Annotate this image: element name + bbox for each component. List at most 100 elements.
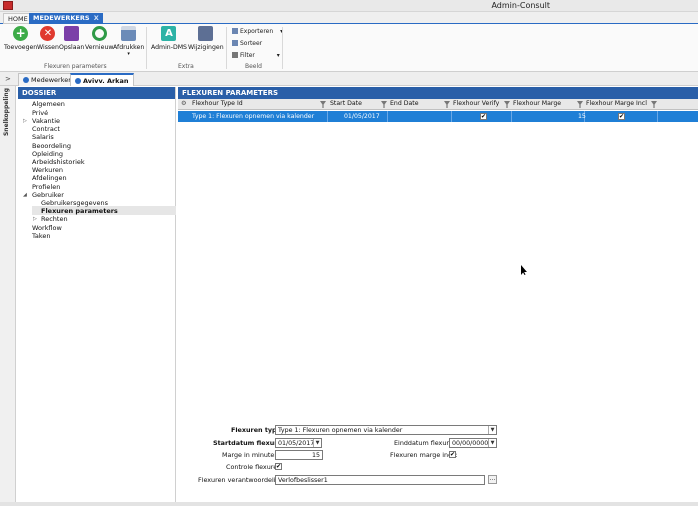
afdrukken-button[interactable]: Afdrukken ▾ xyxy=(113,26,144,57)
admin-dms-button[interactable]: A Admin-DMS xyxy=(151,26,187,51)
exporteren-label: Exporteren xyxy=(240,28,274,35)
tab-medewerkers-label: MEDEWERKERS xyxy=(33,14,90,22)
collapse-arrow-icon[interactable]: ◢ xyxy=(23,192,27,198)
column-flexhour-verify[interactable]: Flexhour Verify xyxy=(453,100,499,107)
marge-input[interactable]: 15 xyxy=(275,450,323,460)
exporteren-button[interactable]: Exporteren ▾ xyxy=(232,28,283,35)
filter-icon xyxy=(232,52,238,58)
ribbon-group-extra: Extra xyxy=(178,63,194,70)
column-flexhour-marge[interactable]: Flexhour Marge xyxy=(513,100,561,107)
tree-item-rechten[interactable]: Rechten xyxy=(41,215,68,223)
plus-circle-icon: + xyxy=(13,26,29,41)
tree-item-gebruiker[interactable]: Gebruiker xyxy=(32,191,64,199)
dossier-panel: DOSSIER Algemeen Privé ▷ Vakantie Contra… xyxy=(18,87,176,506)
snelkoppeling-strip[interactable] xyxy=(0,86,16,506)
column-start-date[interactable]: Start Date xyxy=(330,100,362,107)
tab-medewerker[interactable]: Medewerker xyxy=(18,73,76,86)
afdrukken-label: Afdrukken xyxy=(113,44,145,51)
module-tab-bar: HOME MEDEWERKERS X xyxy=(0,12,698,24)
ribbon-separator xyxy=(282,27,283,69)
delete-circle-icon: ✕ xyxy=(40,26,56,41)
tab-employee[interactable]: Avivv. Arkan xyxy=(70,73,134,86)
tree-item-prive[interactable]: Privé xyxy=(32,109,48,117)
filter-icon[interactable] xyxy=(651,101,657,108)
wijzigingen-label: Wijzigingen xyxy=(188,44,224,51)
marge-label: Marge in minuten: xyxy=(222,451,281,459)
tab-medewerkers[interactable]: MEDEWERKERS X xyxy=(29,13,103,24)
snelkoppeling-label: Snelkoppeling xyxy=(3,88,10,137)
filter-icon[interactable] xyxy=(320,101,326,108)
close-tab-icon[interactable]: X xyxy=(94,14,99,22)
tree-item-contract[interactable]: Contract xyxy=(32,125,60,133)
browse-button[interactable]: ... xyxy=(488,475,497,484)
tree-item-algemeen[interactable]: Algemeen xyxy=(32,100,65,108)
column-end-date[interactable]: End Date xyxy=(390,100,419,107)
tree-item-salaris[interactable]: Salaris xyxy=(32,133,54,141)
wissen-button[interactable]: ✕ Wissen xyxy=(37,26,59,51)
chevron-down-icon: ▾ xyxy=(127,51,130,57)
filter-icon[interactable] xyxy=(444,101,450,108)
einddatum-input[interactable]: 00/00/0000 ▼ xyxy=(449,438,497,448)
column-flexhour-marge-incl[interactable]: Flexhour Marge Incl xyxy=(586,100,647,107)
chevron-down-icon: ▾ xyxy=(276,52,280,59)
startdatum-input[interactable]: 01/05/2017 ▼ xyxy=(275,438,322,448)
tree-item-vakantie[interactable]: Vakantie xyxy=(32,117,60,125)
dms-icon: A xyxy=(161,26,177,41)
vernieuw-label: Vernieuw xyxy=(85,44,114,51)
cell-divider xyxy=(388,111,452,122)
toevoegen-button[interactable]: + Toevoegen xyxy=(4,26,37,51)
sort-icon xyxy=(232,40,238,46)
marge-incl-checkbox[interactable]: ✔ xyxy=(449,451,456,458)
filter-icon[interactable] xyxy=(381,101,387,108)
export-icon xyxy=(232,28,238,34)
toevoegen-label: Toevoegen xyxy=(4,44,38,51)
grid-header: ⚙ Flexhour Type Id Start Date End Date F… xyxy=(178,99,698,110)
cell-type: Type 1: Flexuren opnemen via kalender xyxy=(192,113,315,120)
flexuren-type-value: Type 1: Flexuren opnemen via kalender xyxy=(278,427,403,434)
vernieuw-button[interactable]: Vernieuw xyxy=(85,26,113,51)
opslaan-label: Opslaan xyxy=(59,44,85,51)
document-tab-bar: > Medewerker Avivv. Arkan xyxy=(0,72,698,86)
controle-checkbox[interactable]: ✔ xyxy=(275,463,282,470)
sorteer-button[interactable]: Sorteer xyxy=(232,40,262,47)
expand-arrow-icon[interactable]: ▷ xyxy=(23,118,27,124)
tree-item-profielen[interactable]: Profielen xyxy=(32,183,60,191)
column-chooser-icon[interactable]: ⚙ xyxy=(181,100,187,107)
sorteer-label: Sorteer xyxy=(240,40,263,47)
tree-item-opleiding[interactable]: Opleiding xyxy=(32,150,63,158)
table-row[interactable]: Type 1: Flexuren opnemen via kalender 01… xyxy=(178,111,698,122)
tree-item-arbeidshistoriek[interactable]: Arbeidshistoriek xyxy=(32,158,85,166)
user-icon xyxy=(75,78,81,84)
save-icon xyxy=(64,26,80,41)
column-flexhour-type-id[interactable]: Flexhour Type Id xyxy=(192,100,243,107)
tree-item-taken[interactable]: Taken xyxy=(32,232,51,240)
print-icon xyxy=(121,26,137,41)
filter-icon[interactable] xyxy=(504,101,510,108)
verantwoordelijke-label: Flexuren verantwoordelijke: xyxy=(198,476,287,484)
opslaan-button[interactable]: Opslaan xyxy=(59,26,84,51)
tree-item-gebruikersgegevens[interactable]: Gebruikersgegevens xyxy=(41,199,108,207)
expand-panel-icon[interactable]: > xyxy=(5,75,11,83)
filter-label: Filter xyxy=(240,52,255,59)
marge-incl-label: Flexuren marge incl.: xyxy=(390,451,458,459)
ribbon-group-beeld: Beeld xyxy=(245,63,262,70)
tree-item-workflow[interactable]: Workflow xyxy=(32,224,62,232)
flexuren-type-select[interactable]: Type 1: Flexuren opnemen via kalender ▼ xyxy=(275,425,497,435)
marge-incl-checkbox[interactable]: ✔ xyxy=(618,113,625,120)
tree-item-werkuren[interactable]: Werkuren xyxy=(32,166,63,174)
einddatum-value: 00/00/0000 xyxy=(452,440,489,447)
expand-arrow-icon[interactable]: ▷ xyxy=(33,216,37,222)
tab-employee-label: Avivv. Arkan xyxy=(83,77,129,85)
verantwoordelijke-input[interactable]: Verlofbeslisser1 xyxy=(275,475,485,485)
chevron-down-icon: ▼ xyxy=(313,439,321,447)
tree-item-beoordeling[interactable]: Beoordeling xyxy=(32,142,71,150)
filter-icon[interactable] xyxy=(577,101,583,108)
wijzigingen-button[interactable]: Wijzigingen xyxy=(188,26,224,51)
verify-checkbox[interactable]: ✔ xyxy=(480,113,487,120)
main-title: FLEXUREN PARAMETERS xyxy=(178,87,698,99)
tree-item-afdelingen[interactable]: Afdelingen xyxy=(32,174,67,182)
ribbon: + Toevoegen ✕ Wissen Opslaan Vernieuw Af… xyxy=(0,24,698,72)
filter-button[interactable]: Filter ▾ xyxy=(232,52,280,59)
chevron-down-icon: ▼ xyxy=(488,426,496,434)
tree-item-flexuren-parameters[interactable]: Flexuren parameters xyxy=(41,207,118,215)
